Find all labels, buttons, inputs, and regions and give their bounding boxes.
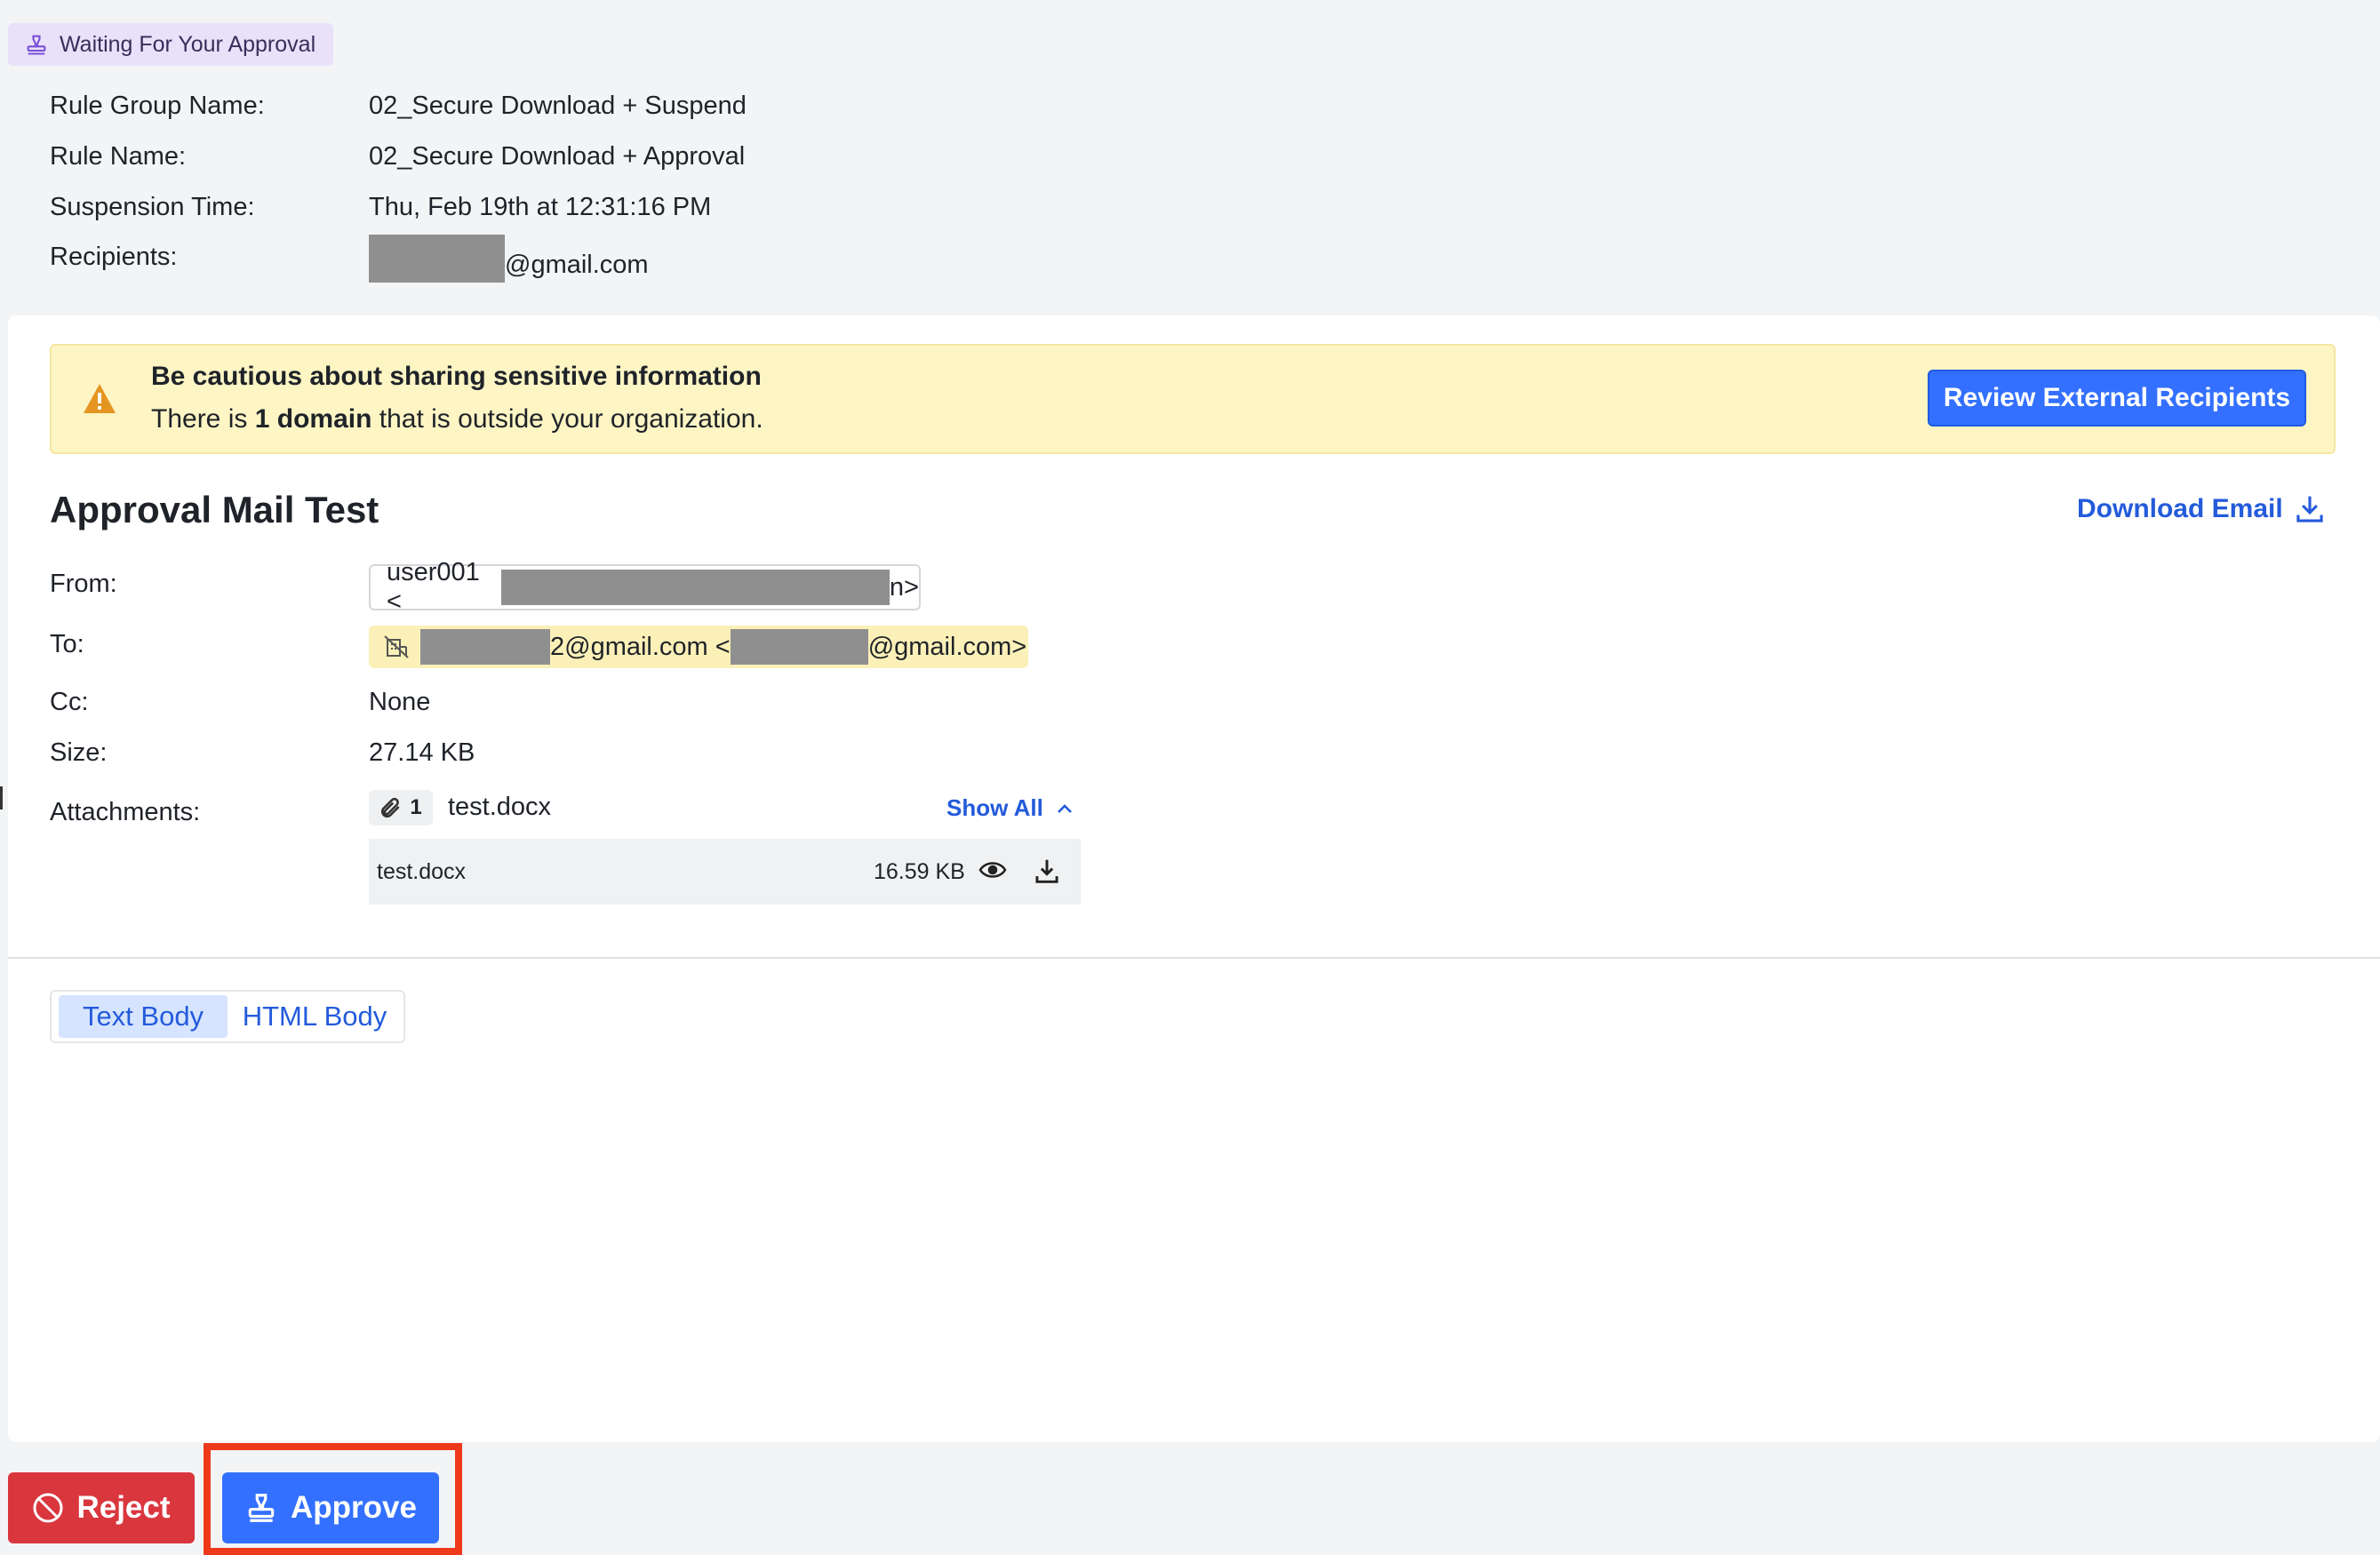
- reject-button[interactable]: Reject: [8, 1472, 195, 1543]
- to-address-part1: 2@gmail.com <: [550, 632, 731, 661]
- recipients-value: @gmail.com: [369, 235, 649, 283]
- cc-label: Cc:: [50, 688, 89, 716]
- attachment-summary-name: test.docx: [448, 793, 552, 821]
- show-all-toggle[interactable]: Show All: [946, 794, 1074, 822]
- prohibited-icon: [33, 1493, 63, 1523]
- from-suffix: n>: [889, 572, 919, 602]
- reject-label: Reject: [76, 1490, 171, 1525]
- rule-group-name-value: 02_Secure Download + Suspend: [369, 92, 747, 120]
- attachments-label: Attachments:: [50, 798, 201, 826]
- review-external-recipients-button[interactable]: Review External Recipients: [1928, 370, 2306, 427]
- size-value: 27.14 KB: [369, 738, 475, 767]
- approval-stamp-icon: [27, 35, 46, 55]
- recipients-label: Recipients:: [50, 243, 178, 271]
- suspension-time-value: Thu, Feb 19th at 12:31:16 PM: [369, 193, 712, 221]
- attachment-count: 1: [410, 795, 422, 819]
- tab-text-body[interactable]: Text Body: [59, 995, 228, 1038]
- external-building-icon: [384, 635, 409, 658]
- approval-stamp-icon: [248, 1494, 275, 1522]
- from-label: From:: [50, 570, 117, 598]
- paperclip-icon: [381, 797, 400, 818]
- attachment-download-icon[interactable]: [1034, 857, 1060, 885]
- tab-html-body[interactable]: HTML Body: [233, 995, 396, 1038]
- attachment-row-size: 16.59 KB: [874, 859, 965, 884]
- preview-eye-icon[interactable]: [978, 858, 1008, 881]
- to-recipient-chip[interactable]: 2@gmail.com < @gmail.com>: [369, 626, 1028, 668]
- redacted-block: [369, 235, 505, 283]
- redacted-block: [501, 570, 890, 605]
- attachment-row-name: test.docx: [377, 859, 467, 884]
- warning-text-before: There is: [151, 404, 255, 434]
- download-email-button[interactable]: Download Email: [2077, 494, 2324, 524]
- status-badge-label: Waiting For Your Approval: [60, 31, 316, 57]
- warning-text-bold: 1 domain: [254, 404, 372, 434]
- warning-triangle-icon: [84, 384, 116, 413]
- approve-button[interactable]: Approve: [222, 1472, 439, 1543]
- to-address-part2: @gmail.com>: [867, 632, 1027, 661]
- from-field[interactable]: user001 < n>: [369, 558, 921, 616]
- recipients-domain: @gmail.com: [505, 250, 649, 279]
- attachment-row: [369, 839, 1081, 905]
- email-card: [8, 315, 2380, 1442]
- warning-text: There is 1 domain that is outside your o…: [151, 404, 763, 435]
- redacted-block: [730, 629, 868, 665]
- redacted-block: [420, 629, 550, 665]
- status-badge: Waiting For Your Approval: [8, 23, 333, 66]
- rule-name-value: 02_Secure Download + Approval: [369, 142, 746, 171]
- warning-title: Be cautious about sharing sensitive info…: [151, 362, 762, 391]
- attachment-count-badge: 1: [369, 790, 433, 825]
- download-icon: [2296, 496, 2323, 522]
- from-prefix: user001 <: [387, 558, 480, 616]
- warning-text-after: that is outside your organization.: [371, 404, 763, 434]
- chevron-up-icon: [1057, 803, 1072, 813]
- size-label: Size:: [50, 738, 108, 767]
- show-all-label: Show All: [946, 794, 1043, 821]
- section-divider: [8, 957, 2380, 959]
- rule-group-name-label: Rule Group Name:: [50, 92, 265, 120]
- cc-value: None: [369, 688, 431, 716]
- suspension-time-label: Suspension Time:: [50, 193, 255, 221]
- approve-label: Approve: [291, 1490, 417, 1525]
- text-cursor: [0, 786, 3, 809]
- rule-name-label: Rule Name:: [50, 142, 187, 171]
- download-email-label: Download Email: [2077, 494, 2283, 523]
- to-label: To:: [50, 630, 84, 658]
- email-subject: Approval Mail Test: [50, 489, 379, 530]
